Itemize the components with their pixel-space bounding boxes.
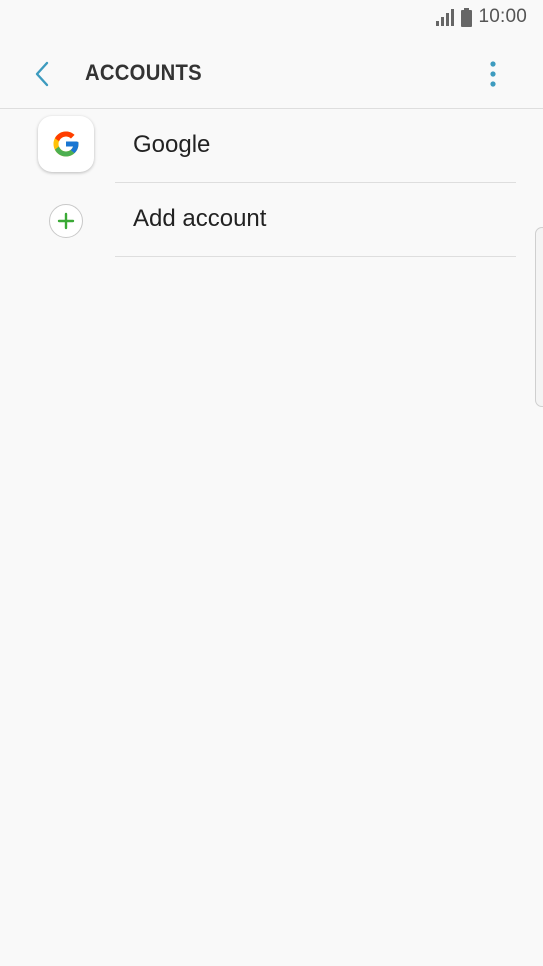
status-bar: 10:00 bbox=[0, 0, 543, 36]
account-list: Google Add account bbox=[0, 109, 543, 257]
battery-icon bbox=[461, 7, 473, 27]
accounts-screen: 10:00 ACCOUNTS Google Add account bbox=[0, 0, 543, 966]
status-indicators: 10:00 bbox=[435, 6, 527, 28]
add-account-item[interactable]: Add account bbox=[0, 183, 543, 257]
add-account-label: Add account bbox=[133, 205, 267, 232]
edge-panel-handle[interactable] bbox=[535, 227, 543, 407]
status-clock: 10:00 bbox=[478, 6, 527, 27]
page-title: ACCOUNTS bbox=[85, 60, 202, 85]
list-divider bbox=[115, 256, 516, 257]
app-bar: ACCOUNTS bbox=[0, 36, 543, 109]
chevron-left-icon bbox=[35, 61, 49, 87]
account-item-google[interactable]: Google bbox=[0, 109, 543, 183]
plus-icon bbox=[49, 204, 83, 238]
signal-icon bbox=[436, 9, 455, 26]
more-options-button[interactable] bbox=[473, 54, 513, 94]
more-vertical-icon bbox=[490, 61, 496, 87]
account-label-google: Google bbox=[133, 131, 211, 158]
back-button[interactable] bbox=[22, 54, 62, 94]
google-icon bbox=[38, 116, 94, 172]
